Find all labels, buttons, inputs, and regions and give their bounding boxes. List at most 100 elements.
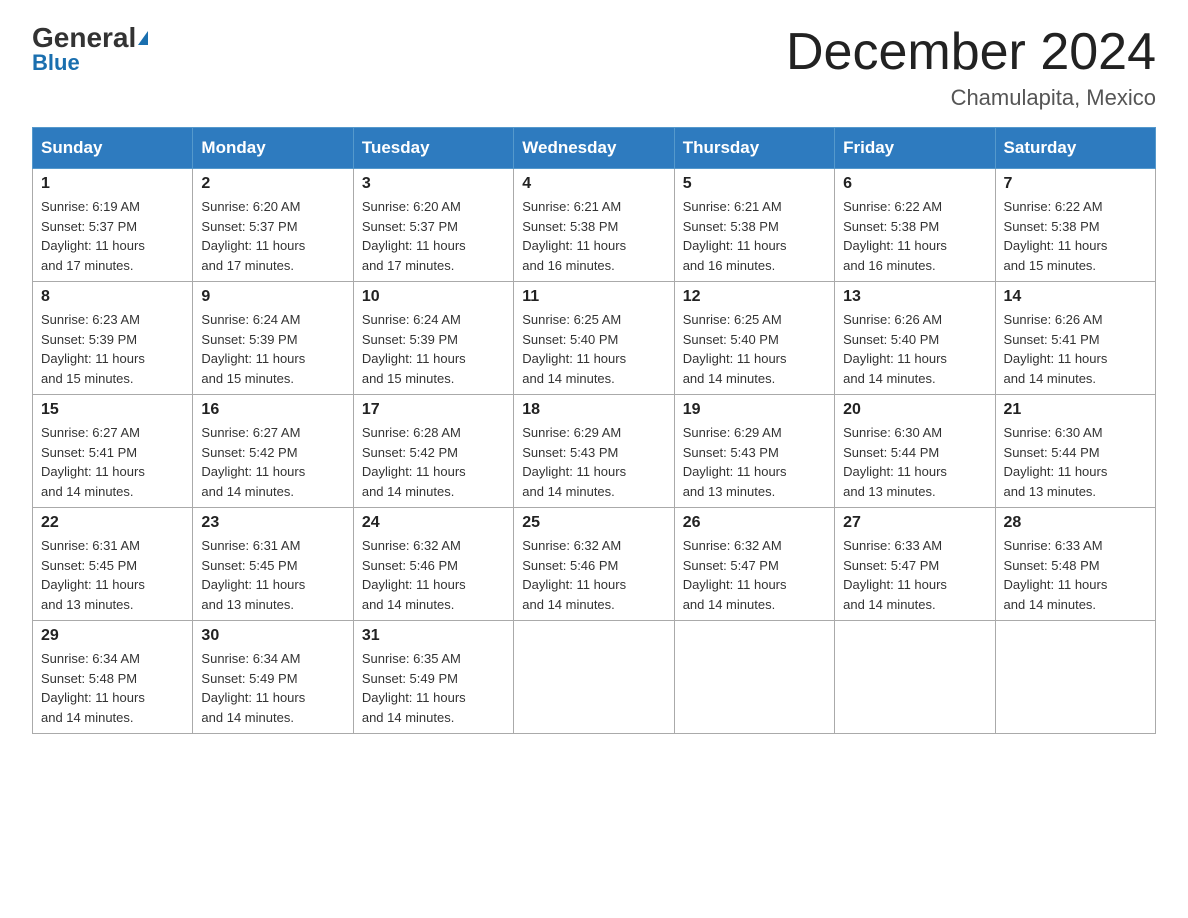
day-info: Sunrise: 6:26 AMSunset: 5:41 PMDaylight:… [1004, 310, 1147, 388]
day-info: Sunrise: 6:23 AMSunset: 5:39 PMDaylight:… [41, 310, 184, 388]
day-info: Sunrise: 6:20 AMSunset: 5:37 PMDaylight:… [201, 197, 344, 275]
calendar-cell: 24 Sunrise: 6:32 AMSunset: 5:46 PMDayligh… [353, 508, 513, 621]
calendar-cell: 8 Sunrise: 6:23 AMSunset: 5:39 PMDaylight… [33, 282, 193, 395]
calendar-cell: 23 Sunrise: 6:31 AMSunset: 5:45 PMDayligh… [193, 508, 353, 621]
day-number: 31 [362, 627, 505, 645]
calendar-cell: 29Sunrise: 6:34 AMSunset: 5:48 PMDayligh… [33, 621, 193, 734]
day-number: 9 [201, 288, 344, 306]
calendar-cell: 15Sunrise: 6:27 AMSunset: 5:41 PMDayligh… [33, 395, 193, 508]
day-info: Sunrise: 6:30 AMSunset: 5:44 PMDaylight:… [1004, 423, 1147, 501]
day-number: 3 [362, 175, 505, 193]
day-info: Sunrise: 6:33 AMSunset: 5:48 PMDaylight:… [1004, 536, 1147, 614]
day-number: 11 [522, 288, 665, 306]
calendar-cell [995, 621, 1155, 734]
day-info: Sunrise: 6:34 AMSunset: 5:49 PMDaylight:… [201, 649, 344, 727]
calendar-cell: 25 Sunrise: 6:32 AMSunset: 5:46 PMDayligh… [514, 508, 674, 621]
day-info: Sunrise: 6:31 AMSunset: 5:45 PMDaylight:… [201, 536, 344, 614]
day-info: Sunrise: 6:25 AMSunset: 5:40 PMDaylight:… [522, 310, 665, 388]
day-info: Sunrise: 6:27 AMSunset: 5:42 PMDaylight:… [201, 423, 344, 501]
page-header: General Blue December 2024 Chamulapita, … [32, 24, 1156, 111]
col-header-friday: Friday [835, 128, 995, 169]
calendar-header-row: SundayMondayTuesdayWednesdayThursdayFrid… [33, 128, 1156, 169]
day-info: Sunrise: 6:29 AMSunset: 5:43 PMDaylight:… [522, 423, 665, 501]
calendar-cell: 30 Sunrise: 6:34 AMSunset: 5:49 PMDayligh… [193, 621, 353, 734]
day-number: 24 [362, 514, 505, 532]
calendar-cell [514, 621, 674, 734]
day-number: 4 [522, 175, 665, 193]
day-number: 5 [683, 175, 826, 193]
day-info: Sunrise: 6:22 AMSunset: 5:38 PMDaylight:… [843, 197, 986, 275]
day-info: Sunrise: 6:34 AMSunset: 5:48 PMDaylight:… [41, 649, 184, 727]
calendar-week-row: 8 Sunrise: 6:23 AMSunset: 5:39 PMDaylight… [33, 282, 1156, 395]
day-info: Sunrise: 6:28 AMSunset: 5:42 PMDaylight:… [362, 423, 505, 501]
calendar-cell: 28Sunrise: 6:33 AMSunset: 5:48 PMDayligh… [995, 508, 1155, 621]
col-header-thursday: Thursday [674, 128, 834, 169]
calendar-cell: 17Sunrise: 6:28 AMSunset: 5:42 PMDayligh… [353, 395, 513, 508]
title-section: December 2024 Chamulapita, Mexico [786, 24, 1156, 111]
calendar-cell: 21 Sunrise: 6:30 AMSunset: 5:44 PMDayligh… [995, 395, 1155, 508]
day-number: 25 [522, 514, 665, 532]
day-number: 1 [41, 175, 184, 193]
calendar-cell: 11 Sunrise: 6:25 AMSunset: 5:40 PMDayligh… [514, 282, 674, 395]
day-info: Sunrise: 6:30 AMSunset: 5:44 PMDaylight:… [843, 423, 986, 501]
day-number: 30 [201, 627, 344, 645]
day-info: Sunrise: 6:19 AMSunset: 5:37 PMDaylight:… [41, 197, 184, 275]
col-header-tuesday: Tuesday [353, 128, 513, 169]
calendar-cell [674, 621, 834, 734]
col-header-sunday: Sunday [33, 128, 193, 169]
calendar-cell: 14 Sunrise: 6:26 AMSunset: 5:41 PMDayligh… [995, 282, 1155, 395]
calendar-cell: 16 Sunrise: 6:27 AMSunset: 5:42 PMDayligh… [193, 395, 353, 508]
day-number: 23 [201, 514, 344, 532]
location-label: Chamulapita, Mexico [786, 85, 1156, 111]
calendar-cell: 26 Sunrise: 6:32 AMSunset: 5:47 PMDayligh… [674, 508, 834, 621]
calendar-table: SundayMondayTuesdayWednesdayThursdayFrid… [32, 127, 1156, 734]
calendar-week-row: 1 Sunrise: 6:19 AMSunset: 5:37 PMDaylight… [33, 169, 1156, 282]
day-number: 21 [1004, 401, 1147, 419]
calendar-cell [835, 621, 995, 734]
day-number: 16 [201, 401, 344, 419]
day-info: Sunrise: 6:35 AMSunset: 5:49 PMDaylight:… [362, 649, 505, 727]
col-header-wednesday: Wednesday [514, 128, 674, 169]
calendar-cell: 5Sunrise: 6:21 AMSunset: 5:38 PMDaylight… [674, 169, 834, 282]
day-number: 22 [41, 514, 184, 532]
day-number: 6 [843, 175, 986, 193]
day-info: Sunrise: 6:22 AMSunset: 5:38 PMDaylight:… [1004, 197, 1147, 275]
day-info: Sunrise: 6:32 AMSunset: 5:46 PMDaylight:… [362, 536, 505, 614]
day-info: Sunrise: 6:24 AMSunset: 5:39 PMDaylight:… [201, 310, 344, 388]
calendar-cell: 1 Sunrise: 6:19 AMSunset: 5:37 PMDaylight… [33, 169, 193, 282]
calendar-cell: 22Sunrise: 6:31 AMSunset: 5:45 PMDayligh… [33, 508, 193, 621]
calendar-cell: 6 Sunrise: 6:22 AMSunset: 5:38 PMDaylight… [835, 169, 995, 282]
day-number: 10 [362, 288, 505, 306]
calendar-cell: 7Sunrise: 6:22 AMSunset: 5:38 PMDaylight… [995, 169, 1155, 282]
day-number: 19 [683, 401, 826, 419]
calendar-cell: 10Sunrise: 6:24 AMSunset: 5:39 PMDayligh… [353, 282, 513, 395]
logo-general-text: General [32, 24, 136, 52]
day-info: Sunrise: 6:26 AMSunset: 5:40 PMDaylight:… [843, 310, 986, 388]
day-info: Sunrise: 6:32 AMSunset: 5:47 PMDaylight:… [683, 536, 826, 614]
calendar-cell: 4 Sunrise: 6:21 AMSunset: 5:38 PMDaylight… [514, 169, 674, 282]
calendar-cell: 9 Sunrise: 6:24 AMSunset: 5:39 PMDaylight… [193, 282, 353, 395]
calendar-cell: 31 Sunrise: 6:35 AMSunset: 5:49 PMDayligh… [353, 621, 513, 734]
calendar-cell: 3 Sunrise: 6:20 AMSunset: 5:37 PMDaylight… [353, 169, 513, 282]
day-number: 8 [41, 288, 184, 306]
col-header-saturday: Saturday [995, 128, 1155, 169]
day-number: 20 [843, 401, 986, 419]
day-info: Sunrise: 6:32 AMSunset: 5:46 PMDaylight:… [522, 536, 665, 614]
calendar-cell: 18Sunrise: 6:29 AMSunset: 5:43 PMDayligh… [514, 395, 674, 508]
day-info: Sunrise: 6:33 AMSunset: 5:47 PMDaylight:… [843, 536, 986, 614]
day-number: 2 [201, 175, 344, 193]
day-number: 26 [683, 514, 826, 532]
logo-blue-text: Blue [32, 52, 80, 74]
col-header-monday: Monday [193, 128, 353, 169]
month-title: December 2024 [786, 24, 1156, 81]
logo-triangle-icon [138, 31, 148, 45]
calendar-cell: 13 Sunrise: 6:26 AMSunset: 5:40 PMDayligh… [835, 282, 995, 395]
day-number: 14 [1004, 288, 1147, 306]
calendar-week-row: 22 Sunrise: 6:31 AMSunset: 5:45 PMDayligh… [33, 508, 1156, 621]
day-info: Sunrise: 6:20 AMSunset: 5:37 PMDaylight:… [362, 197, 505, 275]
day-number: 13 [843, 288, 986, 306]
logo: General Blue [32, 24, 148, 74]
day-info: Sunrise: 6:21 AMSunset: 5:38 PMDaylight:… [522, 197, 665, 275]
calendar-cell: 27Sunrise: 6:33 AMSunset: 5:47 PMDayligh… [835, 508, 995, 621]
calendar-cell: 2 Sunrise: 6:20 AMSunset: 5:37 PMDaylight… [193, 169, 353, 282]
